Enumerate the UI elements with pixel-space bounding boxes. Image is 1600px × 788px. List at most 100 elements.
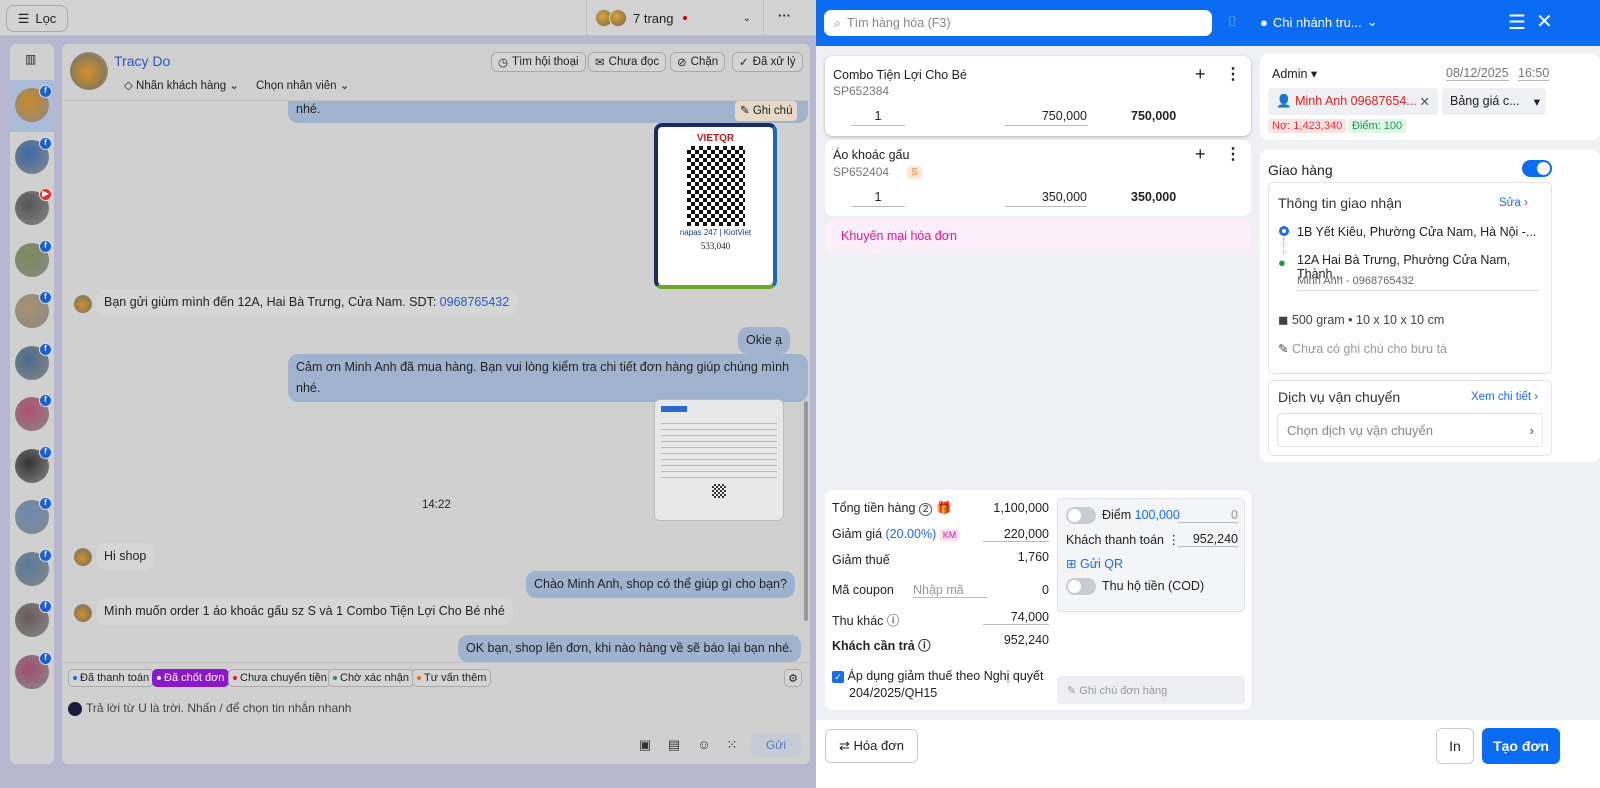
send-qr-button[interactable]: ⊞ Gửi QR bbox=[1066, 556, 1123, 571]
conversation-avatar[interactable]: f bbox=[15, 497, 52, 534]
time-input[interactable]: 16:50 bbox=[1518, 66, 1550, 81]
barcode-scan-icon[interactable]: ⌷ bbox=[1228, 13, 1236, 30]
clear-icon[interactable]: ✕ bbox=[1420, 94, 1430, 109]
shipping-service-select[interactable]: Chọn dịch vụ vận chuyển › bbox=[1277, 413, 1543, 447]
mark-unread-button[interactable]: ✉ Chưa đọc bbox=[588, 52, 667, 72]
conversation-avatar[interactable]: ▶ bbox=[15, 188, 52, 225]
message-outgoing: Okie ạ bbox=[738, 327, 791, 354]
quick-reply-icon[interactable]: ▤ bbox=[666, 737, 682, 753]
close-icon[interactable]: ✕ bbox=[1536, 9, 1553, 34]
customer-field[interactable]: 👤 Minh Anh 09687654... ✕ bbox=[1268, 88, 1438, 115]
order-note-input[interactable]: ✎ Ghi chú đơn hàng bbox=[1057, 676, 1245, 704]
image-icon[interactable]: ▣ bbox=[637, 737, 653, 753]
more-vertical-icon[interactable]: ⋮ bbox=[1225, 64, 1241, 84]
mark-done-button[interactable]: ✓ Đã xử lý bbox=[732, 52, 803, 72]
conversation-avatar[interactable]: f bbox=[15, 342, 52, 380]
cod-toggle[interactable] bbox=[1066, 578, 1096, 595]
tag-consult-more[interactable]: Tư vấn thêm bbox=[412, 669, 492, 687]
info-icon[interactable]: ⓘ bbox=[887, 614, 900, 628]
customer-label-dropdown[interactable]: ◇ Nhãn khách hàng ⌄ bbox=[124, 78, 239, 92]
print-button[interactable]: In bbox=[1436, 728, 1474, 764]
gift-icon[interactable]: 🎁 bbox=[936, 501, 952, 515]
edit-delivery-link[interactable]: Sửa › bbox=[1499, 197, 1528, 209]
conversation-avatar[interactable]: f bbox=[15, 445, 52, 483]
send-button[interactable]: Gửi bbox=[750, 733, 802, 757]
discount-input[interactable]: 220,000 bbox=[983, 527, 1049, 542]
info-icon[interactable]: ⓘ bbox=[918, 639, 931, 653]
message-outgoing: Cảm ơn Minh Anh đã mua hàng. Bạn vui lòn… bbox=[288, 354, 808, 402]
product-line[interactable]: Combo Tiện Lợi Cho Bé SP652384 + ⋮ 1 750,… bbox=[825, 56, 1251, 136]
note-button[interactable]: ✎ Ghi chú bbox=[735, 101, 798, 121]
other-fees-input[interactable]: 74,000 bbox=[983, 610, 1049, 625]
tag-awaiting-confirmation[interactable]: Chờ xác nhận bbox=[328, 669, 414, 687]
delivery-info-title: Thông tin giao nhận bbox=[1278, 195, 1402, 211]
tag-order-closed[interactable]: Đã chốt đơn bbox=[152, 669, 230, 687]
conversation-avatar[interactable]: f bbox=[15, 600, 52, 637]
product-sku: SP652384 bbox=[833, 84, 890, 98]
view-detail-link[interactable]: Xem chi tiết › bbox=[1471, 391, 1538, 403]
price-list-dropdown[interactable]: Bảng giá c... ▾ bbox=[1442, 88, 1546, 115]
date-input[interactable]: 08/12/2025 bbox=[1446, 66, 1509, 81]
scrollbar[interactable] bbox=[804, 401, 808, 621]
filter-button[interactable]: ☰ Lọc bbox=[6, 5, 68, 32]
product-line[interactable]: Áo khoác gấu SP652404 S + ⋮ 1 350,000 350… bbox=[825, 140, 1251, 216]
sidebar-toggle-icon[interactable]: ▥ bbox=[25, 52, 36, 66]
search-conversation-button[interactable]: ◷ Tìm hội thoại bbox=[491, 52, 586, 72]
tag-icon: ◇ bbox=[124, 80, 137, 92]
price-input[interactable]: 750,000 bbox=[1005, 109, 1087, 126]
conversation-avatar[interactable]: f bbox=[15, 548, 52, 586]
item-count: 2 bbox=[918, 503, 933, 516]
tag-paid[interactable]: Đã thanh toán bbox=[68, 669, 155, 687]
quantity-input[interactable]: 1 bbox=[851, 109, 905, 126]
courier-note-input[interactable]: ✎ Chưa có ghi chú cho bưu tá bbox=[1278, 341, 1447, 356]
invoice-image[interactable] bbox=[654, 399, 784, 521]
delivery-toggle[interactable] bbox=[1522, 160, 1552, 177]
package-info[interactable]: ◼ 500 gram • 10 x 10 x 10 cm bbox=[1278, 312, 1444, 327]
contact-name[interactable]: Tracy Do bbox=[114, 53, 170, 69]
mail-icon: ✉ bbox=[595, 57, 605, 69]
emoji-icon[interactable]: ☺ bbox=[696, 737, 712, 753]
branch-selector[interactable]: ● Chi nhánh tru... ⌄ bbox=[1260, 14, 1378, 30]
add-icon[interactable]: + bbox=[1195, 144, 1206, 165]
points-toggle[interactable] bbox=[1066, 507, 1096, 524]
block-icon: ⊘ bbox=[677, 57, 687, 69]
timestamp: 14:22 bbox=[422, 499, 451, 511]
create-order-button[interactable]: Tạo đơn bbox=[1482, 728, 1560, 764]
conversation-avatar[interactable]: f bbox=[15, 85, 52, 122]
shipping-service: Dịch vụ vận chuyển Xem chi tiết › Chọn d… bbox=[1268, 380, 1552, 456]
add-icon[interactable]: + bbox=[1195, 64, 1206, 85]
facebook-icon: f bbox=[39, 651, 52, 665]
conversation-avatar[interactable]: f bbox=[15, 291, 52, 328]
product-name: Combo Tiện Lợi Cho Bé bbox=[833, 68, 967, 82]
conversation-avatar[interactable]: f bbox=[15, 394, 52, 431]
pages-selector[interactable]: 7 trang ⌄ bbox=[586, 0, 764, 36]
tag-not-transferred[interactable]: Chưa chuyển tiền bbox=[228, 669, 332, 687]
price-input[interactable]: 350,000 bbox=[1005, 190, 1087, 207]
checkbox-checked-icon[interactable]: ✓ bbox=[832, 671, 844, 683]
reply-input[interactable]: Trả lời từ U là trời. Nhấn / để chọn tin… bbox=[86, 701, 351, 715]
invoice-promotion-button[interactable]: Khuyến mại hóa đơn bbox=[825, 220, 1251, 254]
customer-paid-label: Khách thanh toán ⋮ bbox=[1066, 533, 1180, 547]
avatar bbox=[74, 604, 92, 622]
more-vertical-icon[interactable]: ⋮ bbox=[1225, 144, 1241, 164]
product-search-input[interactable]: ⌕ Tìm hàng hóa (F3) bbox=[824, 10, 1212, 36]
staff-dropdown[interactable]: Chọn nhân viên ⌄ bbox=[256, 78, 349, 92]
points-input[interactable]: 0 bbox=[1178, 508, 1238, 523]
phone-link[interactable]: 0968765432 bbox=[440, 295, 510, 309]
more-button[interactable]: ··· bbox=[778, 8, 791, 23]
tax-policy-checkbox[interactable]: ✓ Áp dụng giảm thuế theo Nghị quyết 204/2… bbox=[832, 668, 1043, 702]
block-button[interactable]: ⊘ Chặn bbox=[670, 52, 726, 72]
customer-paid-input[interactable]: 952,240 bbox=[1178, 532, 1238, 547]
conversation-avatar[interactable]: f bbox=[15, 651, 52, 689]
quantity-input[interactable]: 1 bbox=[851, 190, 905, 207]
pos-header: ⌕ Tìm hàng hóa (F3) ⌷ ● Chi nhánh tru... ⌄ … bbox=[816, 0, 1600, 46]
apps-grid-icon[interactable]: ⁙ bbox=[724, 737, 740, 753]
qr-image[interactable]: VIETQR napas 247 | KiotViet 533,040 bbox=[654, 123, 777, 289]
filter-icon: ☰ bbox=[17, 10, 30, 26]
conversation-avatar[interactable]: f bbox=[15, 239, 52, 277]
tag-settings-icon[interactable]: ⚙ bbox=[784, 669, 802, 687]
seller-dropdown[interactable]: Admin ▾ bbox=[1272, 66, 1317, 81]
switch-invoice-button[interactable]: ⇄ Hóa đơn bbox=[825, 729, 918, 763]
conversation-avatar[interactable]: f bbox=[15, 136, 52, 174]
menu-icon[interactable]: ☰ bbox=[1508, 10, 1526, 35]
